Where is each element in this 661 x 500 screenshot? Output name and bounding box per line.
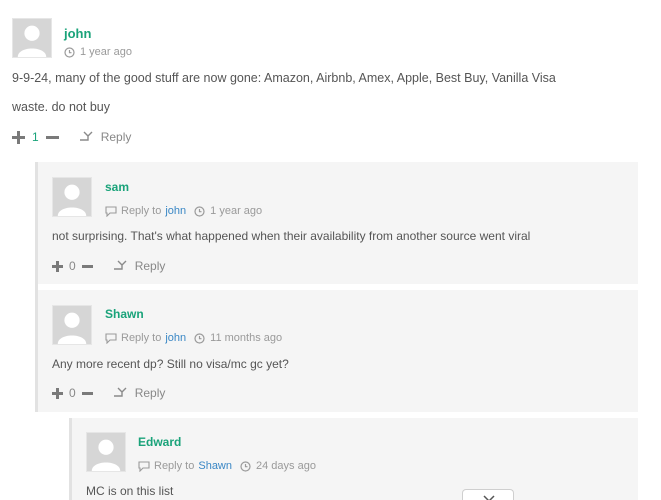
reply-to-label: Reply to bbox=[121, 205, 162, 217]
comment-author[interactable]: sam bbox=[105, 180, 129, 194]
comment-author[interactable]: Edward bbox=[138, 435, 181, 449]
vote-count: 0 bbox=[69, 386, 76, 400]
comment-meta: Reply to Shawn 24 days ago bbox=[138, 460, 316, 472]
avatar[interactable] bbox=[52, 177, 92, 217]
comment-meta: Reply to john 1 year ago bbox=[105, 205, 262, 217]
reply-to-icon bbox=[105, 205, 117, 217]
downvote-minus-icon[interactable] bbox=[45, 135, 59, 139]
reply-arrow-icon bbox=[79, 130, 93, 144]
reply-label: Reply bbox=[134, 386, 166, 400]
upvote-plus-icon[interactable] bbox=[52, 260, 63, 272]
downvote-minus-icon[interactable] bbox=[81, 264, 93, 268]
clock-icon bbox=[240, 460, 251, 472]
vote-count: 0 bbox=[69, 259, 76, 273]
comment-meta: 1 year ago bbox=[64, 46, 132, 58]
avatar[interactable] bbox=[12, 18, 52, 58]
reply-to-icon bbox=[105, 332, 117, 344]
vote-count: 1 bbox=[32, 130, 39, 144]
reply-label: Reply bbox=[134, 259, 166, 273]
comment-text-line: waste. do not buy bbox=[12, 100, 110, 114]
avatar[interactable] bbox=[52, 305, 92, 345]
reply-label: Reply bbox=[100, 130, 132, 144]
comment-timestamp[interactable]: 11 months ago bbox=[210, 332, 282, 344]
comment-timestamp[interactable]: 24 days ago bbox=[256, 460, 316, 472]
downvote-minus-icon[interactable] bbox=[81, 391, 93, 395]
comment-text: Any more recent dp? Still no visa/mc gc … bbox=[52, 357, 289, 371]
reply-to-label: Reply to bbox=[121, 332, 162, 344]
comment-text-line: 9-9-24, many of the good stuff are now g… bbox=[12, 71, 556, 85]
upvote-plus-icon[interactable] bbox=[12, 130, 25, 144]
clock-icon bbox=[194, 205, 205, 217]
reply-button[interactable]: Reply bbox=[113, 386, 166, 400]
comment-text: not surprising. That's what happened whe… bbox=[52, 229, 531, 243]
comment-meta: Reply to john 11 months ago bbox=[105, 332, 282, 344]
comment-actions: 0 Reply bbox=[52, 386, 165, 400]
comment-actions: 1 Reply bbox=[12, 130, 131, 144]
comment-author[interactable]: john bbox=[64, 26, 91, 41]
reply-to-label: Reply to bbox=[154, 460, 195, 472]
reply-button[interactable]: Reply bbox=[79, 130, 132, 144]
upvote-plus-icon[interactable] bbox=[52, 387, 63, 399]
comment-author[interactable]: Shawn bbox=[105, 307, 144, 321]
comment-text: MC is on this list bbox=[86, 484, 174, 498]
clock-icon bbox=[194, 332, 205, 344]
avatar[interactable] bbox=[86, 432, 126, 472]
clock-icon bbox=[64, 46, 75, 58]
comment-timestamp[interactable]: 1 year ago bbox=[80, 46, 132, 58]
reply-to-author-link[interactable]: john bbox=[165, 205, 186, 217]
reply-arrow-icon bbox=[113, 386, 127, 400]
reply-arrow-icon bbox=[113, 259, 127, 273]
comment-timestamp[interactable]: 1 year ago bbox=[210, 205, 262, 217]
reply-to-icon bbox=[138, 460, 150, 472]
reply-to-author-link[interactable]: Shawn bbox=[198, 460, 232, 472]
chevron-down-icon bbox=[483, 495, 495, 500]
reply-button[interactable]: Reply bbox=[113, 259, 166, 273]
reply-to-author-link[interactable]: john bbox=[165, 332, 186, 344]
comment-actions: 0 Reply bbox=[52, 259, 165, 273]
collapse-toggle-button[interactable] bbox=[462, 489, 514, 500]
